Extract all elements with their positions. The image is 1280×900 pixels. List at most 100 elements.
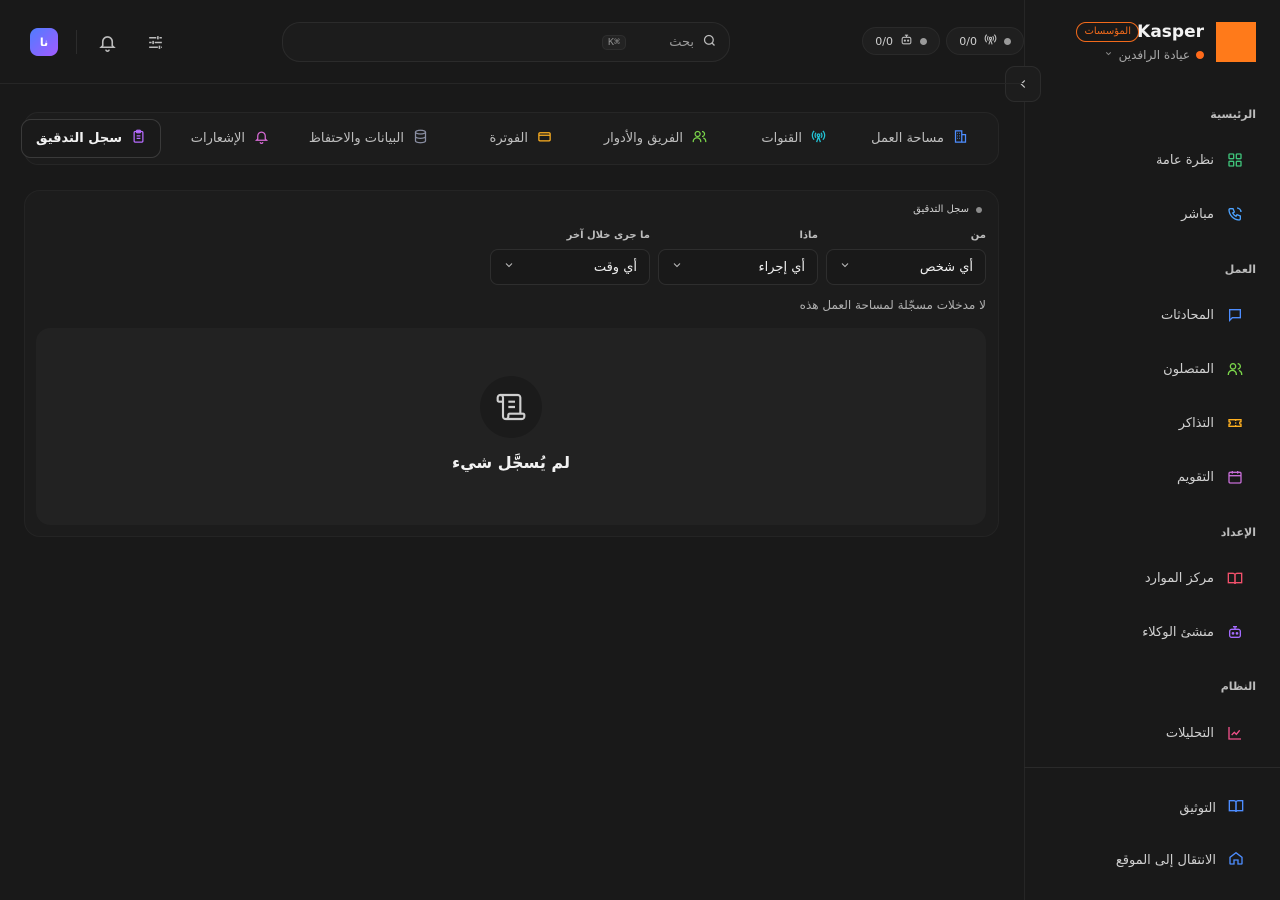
- sidebar-item-label: التوثيق: [1179, 800, 1216, 816]
- message-icon: [1226, 306, 1244, 324]
- tab-team-roles[interactable]: الفريق والأدوار: [590, 119, 721, 158]
- antenna-icon: [984, 33, 997, 49]
- sidebar-item-conversations[interactable]: المحادثات: [1044, 297, 1244, 333]
- plan-badge: المؤسسات: [1076, 22, 1139, 42]
- topbar-divider: [76, 30, 77, 54]
- sidebar-item-agent-builder[interactable]: منشئ الوكلاء: [1044, 614, 1244, 650]
- book-open-icon: [1228, 798, 1244, 818]
- chevron-down-icon: [503, 259, 515, 275]
- avatar[interactable]: نا: [30, 28, 58, 56]
- settings-sliders-button[interactable]: [141, 28, 169, 56]
- counter-value: 0/0: [959, 34, 977, 48]
- tab-data-retention[interactable]: البيانات والاحتفاظ: [295, 119, 442, 158]
- nav-section-work: العمل: [1224, 263, 1256, 276]
- brand-header[interactable]: Kasper المؤسسات عيادة الرافدين: [1056, 22, 1256, 62]
- tab-label: مساحة العمل: [871, 131, 944, 146]
- notifications-button[interactable]: [93, 28, 121, 56]
- search-icon: [702, 33, 717, 52]
- sidebar: Kasper المؤسسات عيادة الرافدين الرئيسية …: [1005, 0, 1280, 900]
- users-icon: [1226, 360, 1244, 378]
- grid-icon: [1226, 151, 1244, 169]
- org-name: عيادة الرافدين: [1118, 48, 1190, 62]
- sidebar-item-label: المحادثات: [1160, 307, 1214, 323]
- select-value: أي إجراء: [758, 259, 805, 275]
- sidebar-item-resource-center[interactable]: مركز الموارد: [1044, 560, 1244, 596]
- audit-log-title: سجل التدقيق: [913, 204, 969, 215]
- bell-icon: [254, 129, 269, 148]
- tab-label: الفريق والأدوار: [603, 131, 683, 146]
- sidebar-item-label: مركز الموارد: [1144, 570, 1214, 586]
- antenna-icon: [811, 129, 826, 148]
- filter-what-select[interactable]: أي إجراء: [658, 249, 818, 285]
- phone-icon: [1226, 205, 1244, 223]
- select-value: أي شخص: [919, 259, 973, 275]
- clipboard-icon: [131, 129, 146, 148]
- agents-counter[interactable]: 0/0: [862, 27, 940, 55]
- tab-billing[interactable]: الفوترة: [476, 119, 566, 158]
- sidebar-item-go-to-site[interactable]: الانتقال إلى الموقع: [1044, 842, 1244, 878]
- tab-label: البيانات والاحتفاظ: [308, 131, 404, 146]
- tab-audit-log[interactable]: سجل التدقيق: [21, 119, 161, 158]
- search-bar[interactable]: ⌘K: [282, 22, 730, 62]
- empty-note: لا مدخلات مسجّلة لمساحة العمل هذه: [799, 298, 986, 312]
- audit-log-card: سجل التدقيق من أي شخص ماذا أي إجراء ما ج…: [24, 190, 999, 537]
- filter-time-select[interactable]: أي وقت: [490, 249, 650, 285]
- sidebar-item-calendar[interactable]: التقويم: [1044, 459, 1244, 495]
- sidebar-item-tickets[interactable]: التذاكر: [1044, 405, 1244, 441]
- tab-workspace[interactable]: مساحة العمل: [857, 119, 982, 158]
- search-shortcut: ⌘K: [601, 34, 626, 50]
- sidebar-item-label: نظرة عامة: [1155, 152, 1214, 168]
- book-icon: [1226, 569, 1244, 587]
- sidebar-footer: التوثيق الانتقال إلى الموقع: [1024, 767, 1280, 900]
- empty-state: لم يُسجَّل شيء: [36, 328, 986, 525]
- chevron-down-icon: [671, 259, 683, 275]
- sidebar-item-overview[interactable]: نظرة عامة: [1044, 142, 1244, 178]
- sidebar-item-live[interactable]: مباشر: [1044, 196, 1244, 232]
- sidebar-item-label: منشئ الوكلاء: [1142, 624, 1214, 640]
- select-value: أي وقت: [593, 259, 637, 275]
- sidebar-item-label: مباشر: [1181, 206, 1214, 222]
- bot-icon: [1226, 623, 1244, 641]
- sidebar-item-label: التذاكر: [1178, 415, 1214, 431]
- org-switcher[interactable]: عيادة الرافدين: [1104, 47, 1204, 63]
- calendar-icon: [1226, 468, 1244, 486]
- tab-label: القنوات: [761, 131, 802, 146]
- tab-notifications[interactable]: الإشعارات: [177, 119, 283, 158]
- nav-section-system: النظام: [1220, 680, 1256, 693]
- app-root: Kasper المؤسسات عيادة الرافدين الرئيسية …: [0, 0, 1280, 900]
- chart-icon: [1226, 724, 1244, 742]
- empty-state-title: لم يُسجَّل شيء: [452, 453, 570, 472]
- filter-who-select[interactable]: أي شخص: [826, 249, 986, 285]
- sidebar-item-contacts[interactable]: المتصلون: [1044, 351, 1244, 387]
- counter-value: 0/0: [875, 34, 893, 48]
- nav-section-home: الرئيسية: [1210, 108, 1256, 121]
- title-dot: [976, 206, 982, 213]
- sidebar-item-analytics[interactable]: التحليلات: [1044, 715, 1244, 751]
- users-icon: [692, 129, 707, 148]
- sidebar-item-docs[interactable]: التوثيق: [1044, 790, 1244, 826]
- sidebar-item-label: التقويم: [1176, 469, 1214, 485]
- database-icon: [413, 129, 428, 148]
- sidebar-item-label: التحليلات: [1165, 725, 1214, 741]
- live-channels-counter[interactable]: 0/0: [946, 27, 1024, 55]
- tab-channels[interactable]: القنوات: [747, 119, 840, 158]
- sidebar-item-label: المتصلون: [1163, 361, 1214, 377]
- topbar: 0/0 0/0 ⌘K نا: [0, 0, 1024, 84]
- ticket-icon: [1226, 414, 1244, 432]
- chevron-down-icon: [1104, 49, 1113, 61]
- sidebar-item-label: الانتقال إلى الموقع: [1115, 852, 1216, 868]
- sliders-icon: [148, 35, 162, 49]
- counter-status-dot: [920, 37, 927, 45]
- tab-label: الفوترة: [489, 131, 528, 146]
- bell-icon: [98, 35, 116, 52]
- tab-label: الإشعارات: [190, 131, 245, 146]
- home-icon: [1228, 850, 1244, 870]
- tab-label: سجل التدقيق: [36, 131, 122, 146]
- brand-logo: [1216, 22, 1256, 62]
- filter-label-what: ماذا: [799, 230, 818, 241]
- nav-section-setup: الإعداد: [1220, 526, 1256, 539]
- brand-name: Kasper: [1137, 22, 1204, 42]
- search-input[interactable]: [634, 34, 694, 50]
- bot-icon: [900, 33, 913, 49]
- filter-label-who: من: [970, 230, 986, 241]
